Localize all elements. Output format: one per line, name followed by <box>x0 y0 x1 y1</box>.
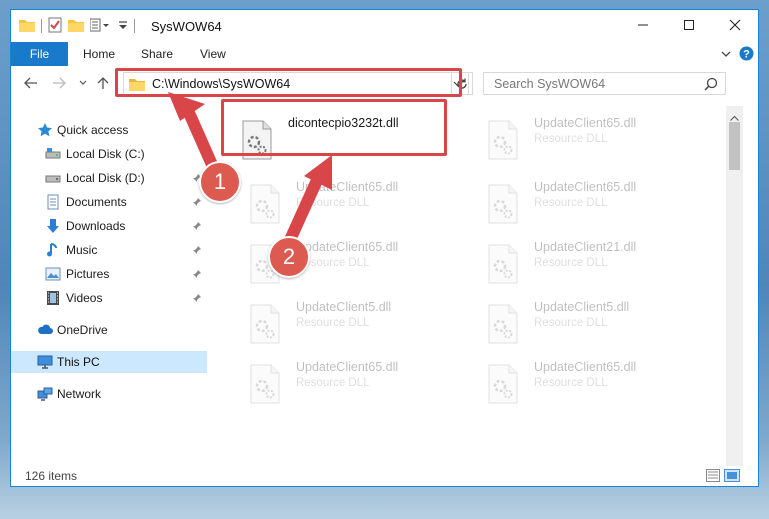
arrow-step-2 <box>284 155 332 246</box>
tutorial-arrows <box>168 92 332 246</box>
step-badge-1: 1 <box>199 161 241 203</box>
step-badge-2: 2 <box>268 236 310 278</box>
